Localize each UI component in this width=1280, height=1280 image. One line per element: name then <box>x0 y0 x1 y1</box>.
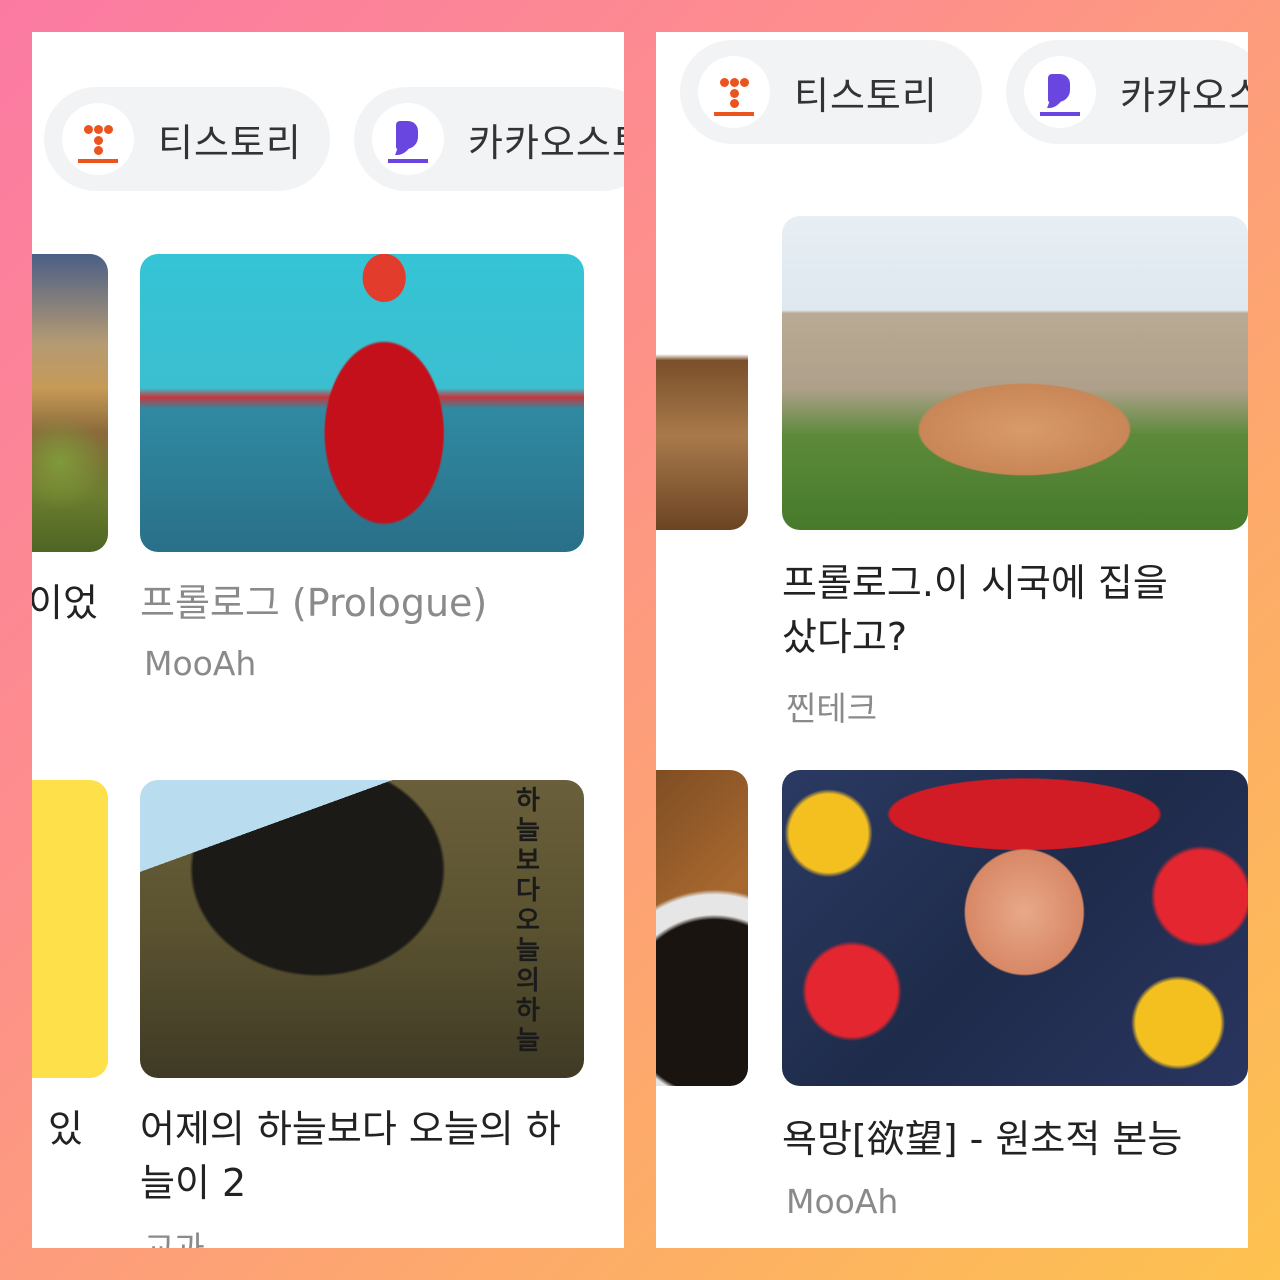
chip-label: 티스토리 <box>794 73 938 118</box>
card-author[interactable]: 찐테크 <box>786 682 877 730</box>
card-image-greece[interactable] <box>32 254 108 552</box>
tistory-logo-icon <box>62 103 134 175</box>
card-title[interactable]: 프롤로그.이 시국에 집을 샀다고? <box>782 556 1242 664</box>
card-title-fragment[interactable]: 있 <box>48 1102 83 1156</box>
left-screenshot-panel: 티스토리 카카오스토 이었 프롤로그 (Prologue) MooAh 있 하늘… <box>32 32 624 1248</box>
card-image-red-dress[interactable] <box>140 254 584 552</box>
card-title-line1: 어제의 하늘보다 오늘의 하 <box>140 1107 561 1151</box>
chip-tistory[interactable]: 티스토리 <box>44 87 330 191</box>
chip-label: 티스토리 <box>158 120 302 165</box>
card-title-line2: 늘이 2 <box>140 1161 247 1205</box>
card-title[interactable]: 프롤로그 (Prologue) <box>140 576 600 630</box>
card-image-blocks[interactable] <box>656 216 748 530</box>
card-title-line2: 샀다고? <box>782 615 908 659</box>
chip-tistory[interactable]: 티스토리 <box>680 40 982 144</box>
kakaostory-logo-icon <box>1024 56 1096 128</box>
card-image-yellow[interactable] <box>32 780 108 1078</box>
card-author[interactable]: MooAh <box>786 1182 898 1221</box>
tistory-logo-icon <box>698 56 770 128</box>
card-image-handshake-house[interactable] <box>782 216 1248 530</box>
card-image-poster[interactable]: 하늘보다 오늘의 하늘 <box>140 780 584 1078</box>
chip-label: 카카오스 <box>1120 73 1248 118</box>
card-title-line1: 프롤로그.이 시국에 집을 <box>782 561 1168 605</box>
chip-label: 카카오스토 <box>468 120 624 165</box>
card-author[interactable]: 교과 <box>144 1222 205 1248</box>
card-image-coffee[interactable] <box>656 770 748 1086</box>
chip-kakaostory[interactable]: 카카오스 <box>1006 40 1248 144</box>
card-title-fragment[interactable]: 이었 <box>32 576 98 630</box>
card-author[interactable]: MooAh <box>144 644 256 683</box>
card-title[interactable]: 어제의 하늘보다 오늘의 하 늘이 2 <box>140 1102 600 1210</box>
poster-vertical-text: 하늘보다 오늘의 하늘 <box>516 786 540 1056</box>
right-screenshot-panel: 티스토리 카카오스 프롤로그.이 시국에 집을 샀다고? 찐테크 욕망[欲望] … <box>656 32 1248 1248</box>
card-image-butterfly-woman[interactable] <box>782 770 1248 1086</box>
kakaostory-logo-icon <box>372 103 444 175</box>
card-title[interactable]: 욕망[欲望] - 원초적 본능 <box>782 1112 1248 1166</box>
chip-kakaostory[interactable]: 카카오스토 <box>354 87 624 191</box>
